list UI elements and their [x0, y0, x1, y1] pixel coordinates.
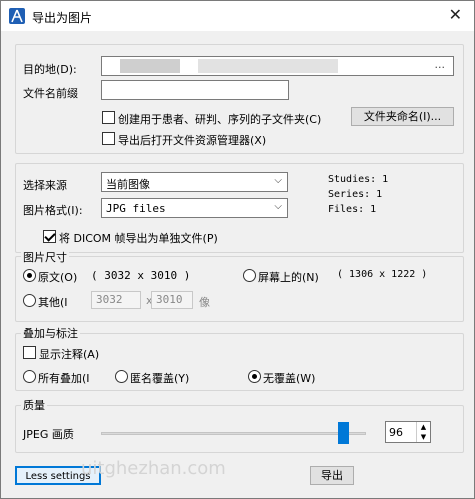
export-dialog: 导出为图片 ✕ 目的地(D): ... 文件名前缀 创建用于患者、研判、序列的子… [0, 0, 475, 499]
screen-size-radio[interactable] [243, 269, 256, 282]
anonymous-overlay-label[interactable]: 匿名覆盖(Y) [130, 370, 189, 386]
destination-path-redacted [198, 59, 338, 73]
chevron-down-icon: ⌵ [274, 201, 282, 212]
folder-naming-button[interactable]: 文件夹命名(I)... [351, 107, 454, 126]
spin-up-icon[interactable]: ▲ [416, 422, 430, 432]
original-dims: ( 3032 x 3010 ) [91, 269, 191, 282]
format-select[interactable]: JPG files ⌵ [101, 198, 288, 218]
create-subfolder-checkbox[interactable] [102, 111, 115, 124]
export-button[interactable]: 导出 [310, 466, 354, 485]
watermark-text: uitghezhan.com [81, 458, 226, 479]
destination-label: 目的地(D): [23, 63, 77, 76]
chevron-down-icon: ⌵ [274, 175, 282, 186]
size-group [15, 256, 464, 322]
close-icon[interactable]: ✕ [449, 5, 462, 24]
other-size-radio[interactable] [23, 294, 36, 307]
files-count: Files: 1 [328, 204, 377, 215]
destination-field[interactable]: ... [101, 56, 454, 76]
dicom-frames-label[interactable]: 将 DICOM 帧导出为单独文件(P) [59, 230, 218, 246]
jpeg-quality-label: JPEG 画质 [23, 428, 74, 441]
studies-count: Studies: 1 [328, 174, 389, 185]
all-overlays-radio[interactable] [23, 370, 36, 383]
no-overlay-radio[interactable] [248, 370, 261, 383]
jpeg-quality-spinner[interactable]: 96 ▲ ▼ [385, 421, 431, 443]
all-overlays-label[interactable]: 所有叠加(I [38, 370, 90, 386]
screen-dims: ( 1306 x 1222 ) [337, 269, 428, 280]
jpeg-quality-slider[interactable] [101, 432, 366, 435]
show-annotations-checkbox[interactable] [23, 346, 36, 359]
other-size-label[interactable]: 其他(I [38, 294, 68, 310]
overlay-group-label: 叠加与标注 [21, 325, 80, 341]
quality-group-label: 质量 [21, 397, 47, 413]
open-explorer-checkbox[interactable] [102, 132, 115, 145]
create-subfolder-label[interactable]: 创建用于患者、研判、序列的子文件夹(C) [118, 111, 321, 127]
window-title: 导出为图片 [32, 11, 93, 25]
pixel-unit: 像 [199, 296, 210, 309]
jpeg-quality-slider-thumb[interactable] [337, 422, 349, 444]
original-size-label[interactable]: 原文(O) [38, 269, 77, 285]
size-group-label: 图片尺寸 [21, 249, 69, 265]
format-value: JPG files [106, 202, 166, 215]
series-count: Series: 1 [328, 189, 383, 200]
source-value: 当前图像 [106, 178, 150, 191]
destination-path-redacted [120, 59, 180, 73]
show-annotations-label[interactable]: 显示注释(A) [39, 346, 99, 362]
format-label: 图片格式(I): [23, 204, 83, 217]
source-label: 选择来源 [23, 179, 67, 192]
source-select[interactable]: 当前图像 ⌵ [101, 172, 288, 192]
other-width-input[interactable]: 3032 [91, 291, 141, 309]
prefix-field[interactable] [101, 80, 289, 100]
anonymous-overlay-radio[interactable] [115, 370, 128, 383]
open-explorer-label[interactable]: 导出后打开文件资源管理器(X) [118, 132, 266, 148]
other-height-input[interactable]: 3010 [151, 291, 193, 309]
dicom-frames-checkbox[interactable] [43, 230, 56, 243]
screen-size-label[interactable]: 屏幕上的(N) [258, 269, 319, 285]
app-icon [9, 8, 25, 24]
original-size-radio[interactable] [23, 269, 36, 282]
title-bar: 导出为图片 ✕ [1, 1, 474, 31]
spin-down-icon[interactable]: ▼ [416, 432, 430, 442]
prefix-label: 文件名前缀 [23, 87, 78, 100]
browse-button[interactable]: ... [435, 58, 446, 71]
jpeg-quality-value: 96 [389, 426, 403, 439]
no-overlay-label[interactable]: 无覆盖(W) [263, 370, 315, 386]
